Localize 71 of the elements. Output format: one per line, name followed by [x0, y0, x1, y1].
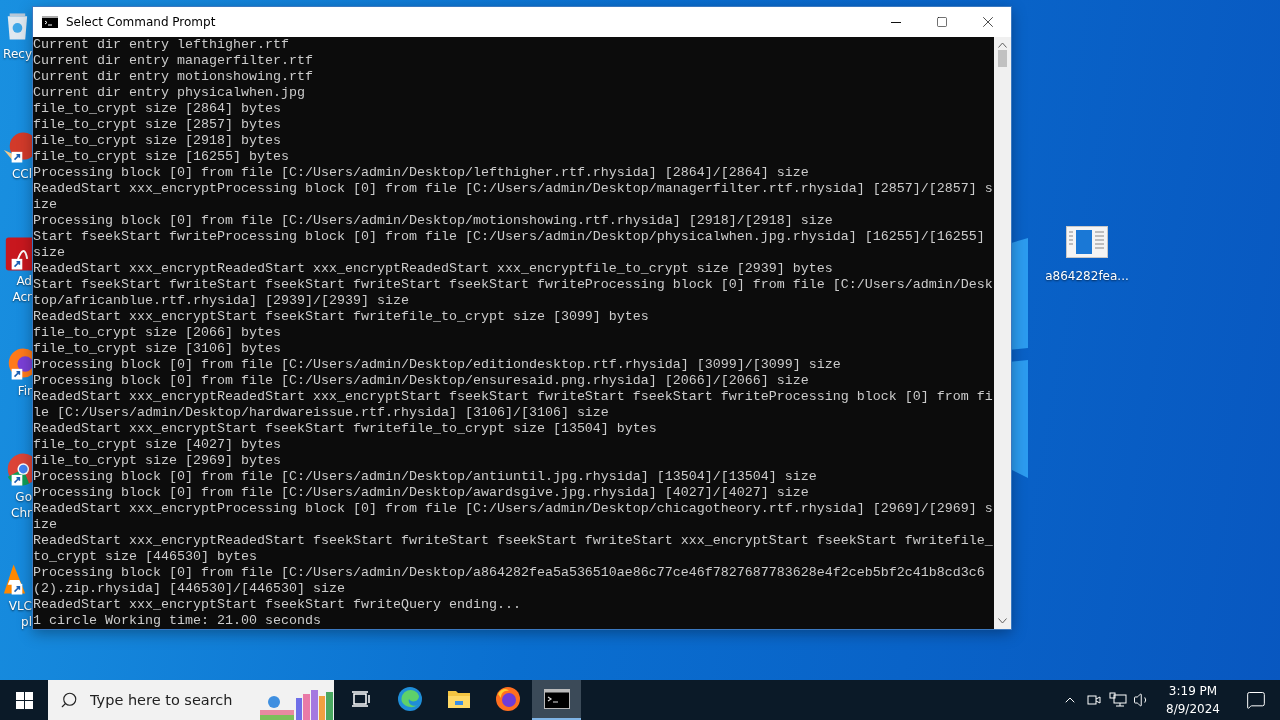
console-line: Processing block [0] from file [C:/Users/admin/Desktop/a864282fea5a536510ae86c77ce46f7827687783628e4f2ceb5bf2c41b8cd3c6 — [33, 565, 985, 581]
console-line: 1 circle Working time: 21.00 seconds — [33, 613, 321, 629]
file-label: a864282fea... — [1045, 268, 1129, 284]
folder-icon — [446, 689, 471, 709]
console-line: Processing block [0] from file [C:/Users/admin/Desktop/antiuntil.jpg.rhysida] [13504]/[13504] size — [33, 469, 817, 485]
console-line: to_crypt size [446530] bytes — [33, 549, 257, 565]
windows-icon — [15, 691, 33, 709]
console-line: Current dir entry physicalwhen.jpg — [33, 85, 305, 101]
console-line: Processing block [0] from file [C:/Users/admin/Desktop/ensuresaid.png.rhysida] [2066]/[2066] size — [33, 373, 809, 389]
search-field[interactable]: Type here to search — [88, 691, 242, 709]
browser-icon — [396, 686, 423, 712]
terminal-icon — [543, 689, 570, 709]
console-line: file_to_crypt size [2969] bytes — [33, 453, 281, 469]
console-line: Start fseekStart fwriteProcessing block [0] from file [C:/Users/admin/Desktop/physicalwhen.jpg.rhysida] [16255]/[16255] — [33, 229, 985, 245]
console-line: Processing block [0] from file [C:/Users/admin/Desktop/lefthigher.rtf.rhysida] [2864]/[2864] size — [33, 165, 809, 181]
console-line: Current dir entry motionshowing.rtf — [33, 69, 313, 85]
console-line: ReadedStart xxx_encryptProcessing block [0] from file [C:/Users/admin/Desktop/managerfilter.rtf.rhysida] [2857]/[2857] s — [33, 181, 993, 197]
console-line: top/africanblue.rtf.rhysida] [2939]/[2939] size — [33, 293, 409, 309]
maximize-icon — [936, 16, 948, 28]
console-line: Processing block [0] from file [C:/Users/admin/Desktop/editiondesktop.rtf.rhysida] [3099]/[3099] size — [33, 357, 841, 373]
icon-label: pl — [21, 614, 32, 630]
taskbar-app-button[interactable] — [532, 680, 581, 720]
icon-label: CCl — [11, 166, 32, 182]
console-line: file_to_crypt size [2918] bytes — [33, 133, 281, 149]
scrollbar[interactable] — [994, 37, 1011, 629]
icon-label: Recy — [3, 46, 32, 62]
console-line: Start fseekStart fwriteStart fseekStart fwriteStart fseekStart fwriteProcessing block [0] from file [C:/Users/admin/Desk — [33, 277, 993, 293]
console-line: ize — [33, 517, 57, 533]
clock[interactable]: 3:19 PM 8/9/2024 — [1154, 682, 1232, 718]
console-line: Processing block [0] from file [C:/Users/admin/Desktop/motionshowing.rtf.rhysida] [2918]/[2918] size — [33, 213, 833, 229]
console-line: file_to_crypt size [2864] bytes — [33, 101, 281, 117]
console-line: file_to_crypt size [4027] bytes — [33, 437, 281, 453]
minimize-icon — [891, 21, 901, 23]
icon-label: Ad — [16, 273, 32, 289]
icon-label: Acr — [12, 289, 32, 305]
task-view-icon — [350, 690, 371, 708]
console-line: le [C:/Users/admin/Desktop/hardwareissue.rtf.rhysida] [3106]/[3106] size — [33, 405, 609, 421]
icon-label: Go — [15, 489, 32, 505]
icon-label: Fir — [17, 383, 32, 399]
network-icon[interactable] — [1109, 692, 1127, 708]
icon-label: VLC — [8, 598, 32, 614]
camera-icon[interactable] — [1087, 692, 1101, 708]
console-line: ReadedStart xxx_encryptProcessing block [0] from file [C:/Users/admin/Desktop/chicagotheory.rtf.rhysida] [2969]/[2969] s — [33, 501, 993, 517]
console-line: ReadedStart xxx_encryptStart fseekStart fwriteQuery ending... — [33, 597, 521, 613]
console-line: file_to_crypt size [2857] bytes — [33, 117, 281, 133]
document-icon[interactable] — [1066, 226, 1108, 258]
console-line: file_to_crypt size [3106] bytes — [33, 341, 281, 357]
window-title: Select Command Prompt — [66, 15, 217, 29]
notifications-icon — [1246, 690, 1266, 710]
console-line: Processing block [0] from file [C:/Users/admin/Desktop/awardsgive.jpg.rhysida] [4027]/[4027] size — [33, 485, 809, 501]
clock-date: 8/9/2024 — [1166, 701, 1220, 718]
clock-time: 3:19 PM — [1168, 683, 1218, 700]
console-line: ize — [33, 197, 57, 213]
scroll-down-icon[interactable] — [998, 618, 1007, 624]
console-line: ReadedStart xxx_encryptStart fseekStart fwritefile_to_crypt size [13504] bytes — [33, 421, 657, 437]
console-line: ReadedStart xxx_encryptStart fseekStart fwritefile_to_crypt size [3099] bytes — [33, 309, 649, 325]
console-line: ReadedStart xxx_encryptReadedStart xxx_encryptStart fseekStart fwriteStart fseekStart fwriteProcessing block [0] from fi — [33, 389, 993, 405]
scroll-up-icon[interactable] — [998, 42, 1007, 48]
console-line: size — [33, 245, 65, 261]
console-line: Current dir entry lefthigher.rtf — [33, 37, 289, 53]
console-line: ReadedStart xxx_encryptReadedStart fseekStart fwriteStart fseekStart fwriteStart xxx_encryptStart fseekStart fwritefile_ — [33, 533, 993, 549]
terminal-icon — [42, 16, 58, 28]
search-icon — [60, 691, 78, 709]
icon-label: Chr — [11, 505, 32, 521]
console-line: Current dir entry managerfilter.rtf — [33, 53, 313, 69]
console-line: file_to_crypt size [16255] bytes — [33, 149, 289, 165]
firefox-icon — [494, 686, 521, 712]
console-line: (2).zip.rhysida] [446530]/[446530] size — [33, 581, 345, 597]
console-line: file_to_crypt size [2066] bytes — [33, 325, 281, 341]
console-line: ReadedStart xxx_encryptReadedStart xxx_encryptReadedStart xxx_encryptfile_to_crypt size [2939] bytes — [33, 261, 833, 277]
scroll-thumb[interactable] — [998, 50, 1007, 67]
